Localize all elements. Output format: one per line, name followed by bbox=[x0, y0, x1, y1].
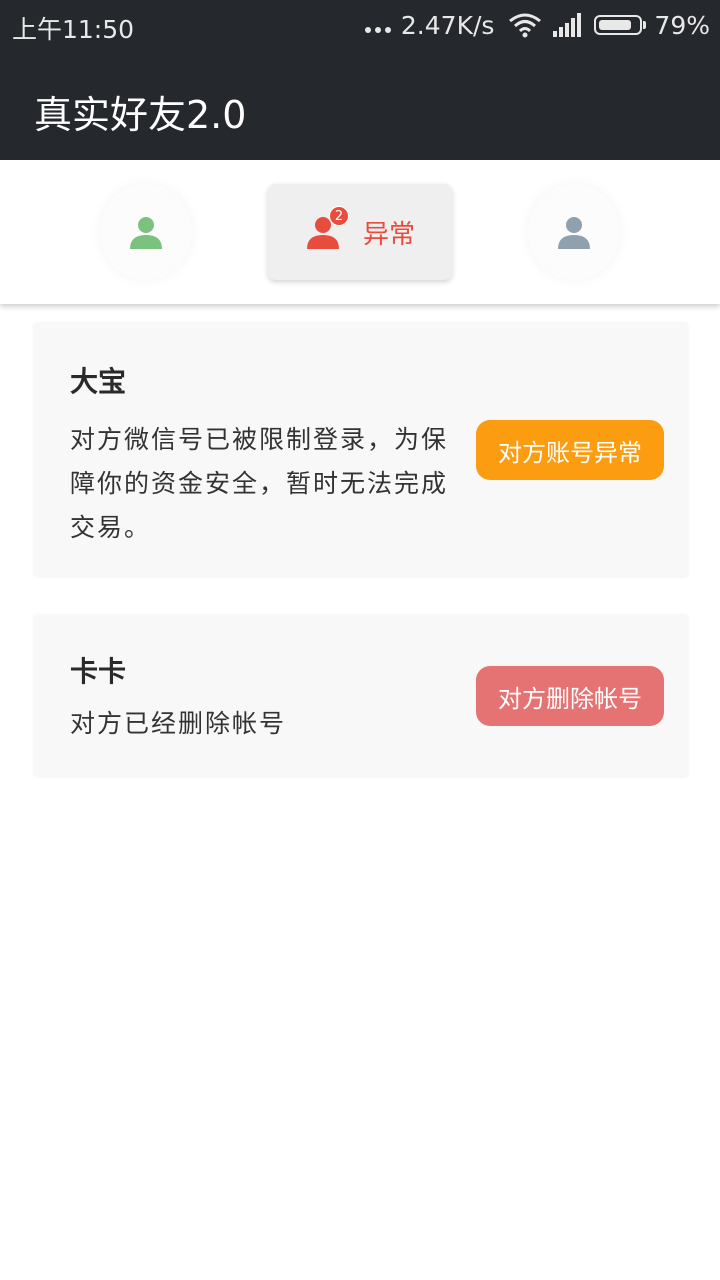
battery-percent: 79% bbox=[654, 10, 710, 40]
tab-label: 异常 bbox=[362, 219, 415, 250]
friend-status-description: 对方已经删除帐号 bbox=[70, 709, 287, 738]
top-bar: 上午11:50 2.47K/s 79% 真实好友2.0 bbox=[0, 0, 720, 160]
more-dots-icon bbox=[364, 27, 391, 33]
friend-card[interactable]: 大宝 对方微信号已被限制登录，为保障你的资金安全，暂时无法完成交易。 对方账号异… bbox=[34, 322, 688, 576]
wifi-icon bbox=[509, 13, 542, 38]
notification-badge: 2 bbox=[328, 206, 349, 226]
tab-abnormal[interactable]: 2 异常 bbox=[268, 184, 452, 280]
tab-normal-friends[interactable] bbox=[100, 184, 192, 280]
tab-other-friends[interactable] bbox=[528, 184, 620, 280]
friend-name: 大宝 bbox=[70, 365, 127, 398]
account-deleted-button[interactable]: 对方删除帐号 bbox=[476, 666, 664, 726]
account-abnormal-button[interactable]: 对方账号异常 bbox=[476, 420, 664, 480]
status-right: 2.47K/s 79% bbox=[364, 9, 710, 41]
signal-icon bbox=[553, 13, 582, 37]
user-icon bbox=[556, 214, 592, 250]
app-title: 真实好友2.0 bbox=[34, 93, 247, 137]
user-icon: 2 bbox=[305, 206, 349, 250]
status-time: 上午11:50 bbox=[12, 15, 135, 44]
friend-card[interactable]: 卡卡 对方已经删除帐号 对方删除帐号 bbox=[34, 614, 688, 776]
friend-name: 卡卡 bbox=[70, 655, 127, 688]
friend-status-description: 对方微信号已被限制登录，为保障你的资金安全，暂时无法完成交易。 bbox=[70, 425, 449, 542]
network-speed: 2.47K/s bbox=[400, 10, 495, 40]
status-bar: 上午11:50 2.47K/s 79% bbox=[0, 0, 720, 52]
tab-strip: 2 异常 bbox=[0, 160, 720, 304]
battery-icon bbox=[594, 13, 647, 37]
user-icon bbox=[128, 214, 164, 250]
